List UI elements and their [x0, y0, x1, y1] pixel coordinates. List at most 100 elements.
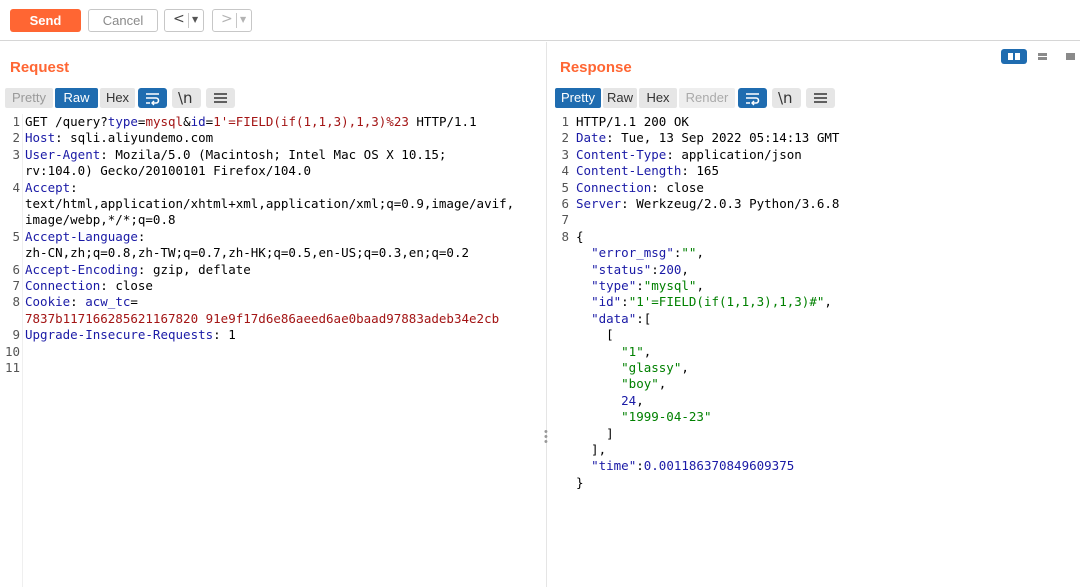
code-line: "1999-04-23" — [576, 409, 711, 425]
code-token: "1999-04-23" — [621, 409, 712, 425]
code-line: Connection: close — [25, 278, 153, 294]
code-token: mysql — [145, 114, 184, 129]
wrap-lines-icon[interactable] — [138, 88, 167, 108]
request-editor[interactable]: 1 2 3 4 5 6 7 8 9 10 11 GET /query?type=mysql&id=1'… — [0, 114, 546, 587]
tab-raw[interactable]: Raw — [55, 88, 98, 108]
line-number: 10 — [4, 343, 20, 359]
code-token: "id" — [591, 294, 622, 310]
code-line: 7837b117166285621167820 91e9f17d6e86aeed… — [25, 311, 499, 327]
code-line: image/webp,*/*;q=0.8 — [25, 212, 176, 228]
code-line: "time":0.001186370849609375 — [576, 458, 794, 474]
cancel-button[interactable]: Cancel — [88, 9, 158, 32]
response-title: Response — [560, 59, 632, 76]
code-line: [ — [576, 327, 614, 343]
code-token: = — [130, 294, 138, 310]
code-line: Accept-Encoding: gzip, deflate — [25, 262, 251, 278]
code-line: text/html,application/xhtml+xml,applicat… — [25, 196, 514, 212]
code-line: "id":"1'=FIELD(if(1,1,3),1,3)#", — [576, 294, 832, 310]
forward-arrow-icon: > — [221, 11, 233, 27]
wrap-lines-icon[interactable] — [738, 88, 767, 108]
code-token: "glassy" — [621, 360, 682, 375]
code-token: 0.001186370849609375 — [643, 458, 795, 474]
tab-pretty[interactable]: Pretty — [5, 88, 53, 108]
code-token: text/html,application/xhtml+xml,applicat… — [25, 196, 515, 211]
code-token: : 1 — [213, 327, 236, 343]
code-token: image/webp,*/*;q=0.8 — [25, 212, 176, 228]
line-number: 5 — [561, 179, 569, 195]
menu-icon[interactable] — [806, 88, 835, 108]
tab-hex[interactable]: Hex — [639, 88, 677, 108]
forward-button[interactable]: > ▼ — [212, 9, 252, 32]
code-token: : — [70, 179, 78, 195]
code-token: } — [576, 474, 584, 490]
code-token: : application/json — [666, 146, 802, 162]
code-token: acw_tc — [85, 294, 131, 310]
code-token: id — [190, 114, 206, 129]
code-token: 200 — [658, 261, 682, 277]
code-token: "1'=FIELD(if(1,1,3),1,3)#" — [628, 294, 825, 310]
code-line: User-Agent: Mozila/5.0 (Macintosh; Intel… — [25, 147, 446, 163]
menu-icon[interactable] — [206, 88, 235, 108]
code-line: HTTP/1.1 200 OK — [576, 114, 689, 130]
code-token: : Werkzeug/2.0.3 Python/3.6.8 — [621, 196, 840, 211]
send-button[interactable]: Send — [10, 9, 81, 32]
line-number: 6 — [561, 196, 569, 211]
code-token: "time" — [591, 458, 637, 474]
code-token: , — [824, 294, 832, 310]
tab-render[interactable]: Render — [679, 88, 735, 108]
code-token: Accept-Language — [25, 228, 138, 244]
line-number: 5 — [12, 228, 20, 244]
code-line: "data":[ — [576, 311, 651, 327]
show-newlines-icon[interactable]: \n — [172, 88, 201, 108]
chevron-down-icon[interactable]: ▼ — [240, 15, 246, 24]
code-token: :[ — [636, 310, 652, 326]
tab-hex[interactable]: Hex — [100, 88, 135, 108]
code-token: type — [107, 114, 138, 129]
back-arrow-icon: < — [173, 11, 185, 27]
code-token: rv:104.0) Gecko/20100101 Firefox/104.0 — [25, 163, 311, 179]
code-line: ] — [576, 426, 614, 442]
code-line: Accept: — [25, 180, 78, 196]
code-token: "type" — [591, 278, 637, 293]
code-token: , — [681, 261, 689, 277]
response-editor[interactable]: 1 2 3 4 5 6 7 8 HTTP/1.1 200 OK Date: Tue, 13 Sep… — [548, 114, 1080, 587]
code-token: , — [696, 245, 704, 261]
code-token: Connection — [25, 278, 101, 293]
code-token: Cookie — [25, 294, 71, 310]
code-token: "mysql" — [643, 278, 697, 293]
code-line: GET /query?type=mysql&id=1'=FIELD(if(1,1… — [25, 114, 477, 130]
chevron-down-icon[interactable]: ▼ — [192, 15, 198, 24]
code-token: GET /query? — [25, 114, 108, 129]
line-number: 1 — [12, 114, 20, 129]
code-line: ], — [576, 442, 606, 458]
code-token: 24 — [621, 392, 637, 408]
tab-pretty[interactable]: Pretty — [555, 88, 601, 108]
line-number: 1 — [561, 114, 569, 129]
code-line: } — [576, 475, 584, 491]
line-number: 4 — [12, 179, 20, 195]
tab-raw[interactable]: Raw — [603, 88, 637, 108]
line-number: 8 — [561, 228, 569, 244]
code-token: : — [137, 228, 146, 244]
request-pane: Request Pretty Raw Hex \n 1 2 3 4 5 6 7 8 9 10 11 G… — [0, 42, 547, 587]
back-button[interactable]: < ▼ — [164, 9, 204, 32]
code-line: Content-Type: application/json — [576, 147, 802, 163]
show-newlines-icon[interactable]: \n — [772, 88, 801, 108]
code-line: 24, — [576, 393, 644, 409]
line-number: 6 — [12, 261, 20, 277]
code-token: User-Agent — [25, 146, 101, 162]
code-line: Host: sqli.aliyundemo.com — [25, 130, 213, 146]
code-token: : 165 — [681, 163, 719, 179]
code-token: ], — [576, 442, 607, 457]
code-token: Server — [576, 196, 622, 211]
code-token: : close — [100, 278, 153, 293]
line-number: 8 — [12, 294, 20, 310]
code-token: : sqli.aliyundemo.com — [55, 130, 214, 146]
top-toolbar: Send Cancel < ▼ > ▼ — [0, 0, 1080, 41]
